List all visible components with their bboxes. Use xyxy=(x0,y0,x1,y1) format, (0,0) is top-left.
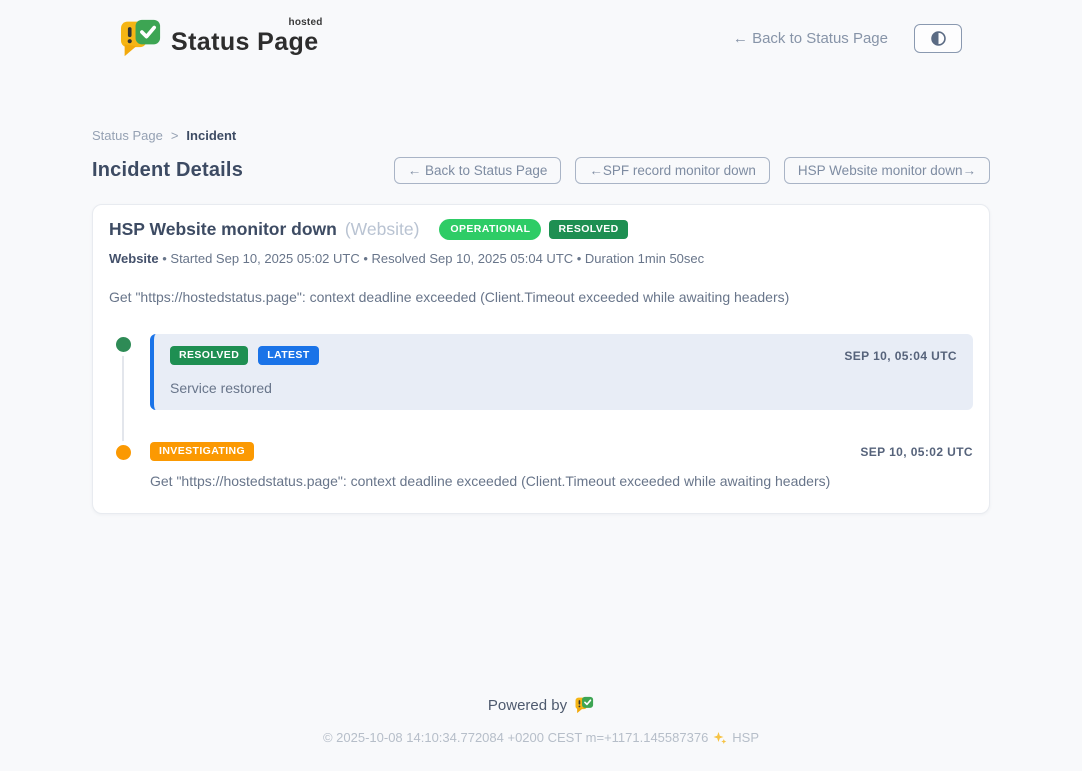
breadcrumb-status-page[interactable]: Status Page xyxy=(92,128,163,143)
incident-meta-component: Website xyxy=(109,251,159,266)
timeline-badge-resolved: RESOLVED xyxy=(170,346,248,365)
incident-title: HSP Website monitor down xyxy=(109,219,337,240)
timeline-badge-latest: LATEST xyxy=(258,346,318,365)
powered-by-link[interactable]: Powered by xyxy=(0,696,1082,714)
brand-superscript: hosted xyxy=(289,17,323,28)
incident-nav-buttons: ← Back to Status Page ←SPF record monito… xyxy=(394,157,990,184)
header: Status Page hosted ← Back to Status Page xyxy=(0,0,1082,58)
timeline-message: Service restored xyxy=(170,380,957,396)
footer: Powered by © 2025-10-08 14:10:34.772084 … xyxy=(0,696,1082,771)
title-row: Incident Details ← Back to Status Page ←… xyxy=(92,157,990,184)
breadcrumb-incident: Incident xyxy=(186,128,236,143)
timeline-message: Get "https://hostedstatus.page": context… xyxy=(150,473,973,489)
brand-name: Status Page hosted xyxy=(171,20,319,57)
copyright-suffix: HSP xyxy=(732,730,759,745)
timeline-badge-investigating: INVESTIGATING xyxy=(150,442,254,461)
breadcrumb-separator: > xyxy=(171,128,179,143)
timeline-update-first: INVESTIGATING SEP 10, 05:02 UTC Get "htt… xyxy=(150,442,973,489)
operational-status-badge: OPERATIONAL xyxy=(439,219,541,240)
half-circle-icon xyxy=(929,29,948,48)
header-actions: ← Back to Status Page xyxy=(733,24,962,53)
status-page-logo-icon xyxy=(120,18,162,58)
incident-component: (Website) xyxy=(345,219,420,240)
page-title: Incident Details xyxy=(92,159,243,182)
incident-timeline: RESOLVED LATEST SEP 10, 05:04 UTC Servic… xyxy=(109,334,973,489)
copyright-line: © 2025-10-08 14:10:34.772084 +0200 CEST … xyxy=(0,730,1082,771)
incident-card: HSP Website monitor down (Website) OPERA… xyxy=(92,204,990,514)
breadcrumb: Status Page > Incident xyxy=(92,128,990,143)
incident-meta-details: • Started Sep 10, 2025 05:02 UTC • Resol… xyxy=(162,251,704,266)
next-incident-button[interactable]: HSP Website monitor down→ xyxy=(784,157,990,184)
incident-description: Get "https://hostedstatus.page": context… xyxy=(109,289,973,305)
back-to-status-page-button[interactable]: ← Back to Status Page xyxy=(394,157,562,184)
resolved-status-badge: RESOLVED xyxy=(549,220,627,239)
incident-title-row: HSP Website monitor down (Website) OPERA… xyxy=(109,219,973,240)
status-page-mini-logo-icon xyxy=(575,696,594,714)
brand-logo[interactable]: Status Page hosted xyxy=(120,18,319,58)
timeline-item-resolved: RESOLVED LATEST SEP 10, 05:04 UTC Servic… xyxy=(109,334,973,410)
timeline-item-investigating: INVESTIGATING SEP 10, 05:02 UTC Get "htt… xyxy=(109,442,973,489)
timeline-timestamp: SEP 10, 05:02 UTC xyxy=(860,445,973,459)
powered-by-label: Powered by xyxy=(488,697,567,714)
timeline-timestamp: SEP 10, 05:04 UTC xyxy=(844,349,957,363)
back-to-status-page-link[interactable]: ← Back to Status Page xyxy=(733,30,888,47)
theme-toggle-button[interactable] xyxy=(914,24,962,53)
incident-meta: Website • Started Sep 10, 2025 05:02 UTC… xyxy=(109,251,973,266)
sparkle-icon xyxy=(713,731,727,745)
copyright-text: © 2025-10-08 14:10:34.772084 +0200 CEST … xyxy=(323,730,708,745)
timeline-update-latest: RESOLVED LATEST SEP 10, 05:04 UTC Servic… xyxy=(150,334,973,410)
prev-incident-button[interactable]: ←SPF record monitor down xyxy=(575,157,770,184)
timeline-dot-resolved-icon xyxy=(116,337,131,352)
timeline-dot-investigating-icon xyxy=(116,445,131,460)
